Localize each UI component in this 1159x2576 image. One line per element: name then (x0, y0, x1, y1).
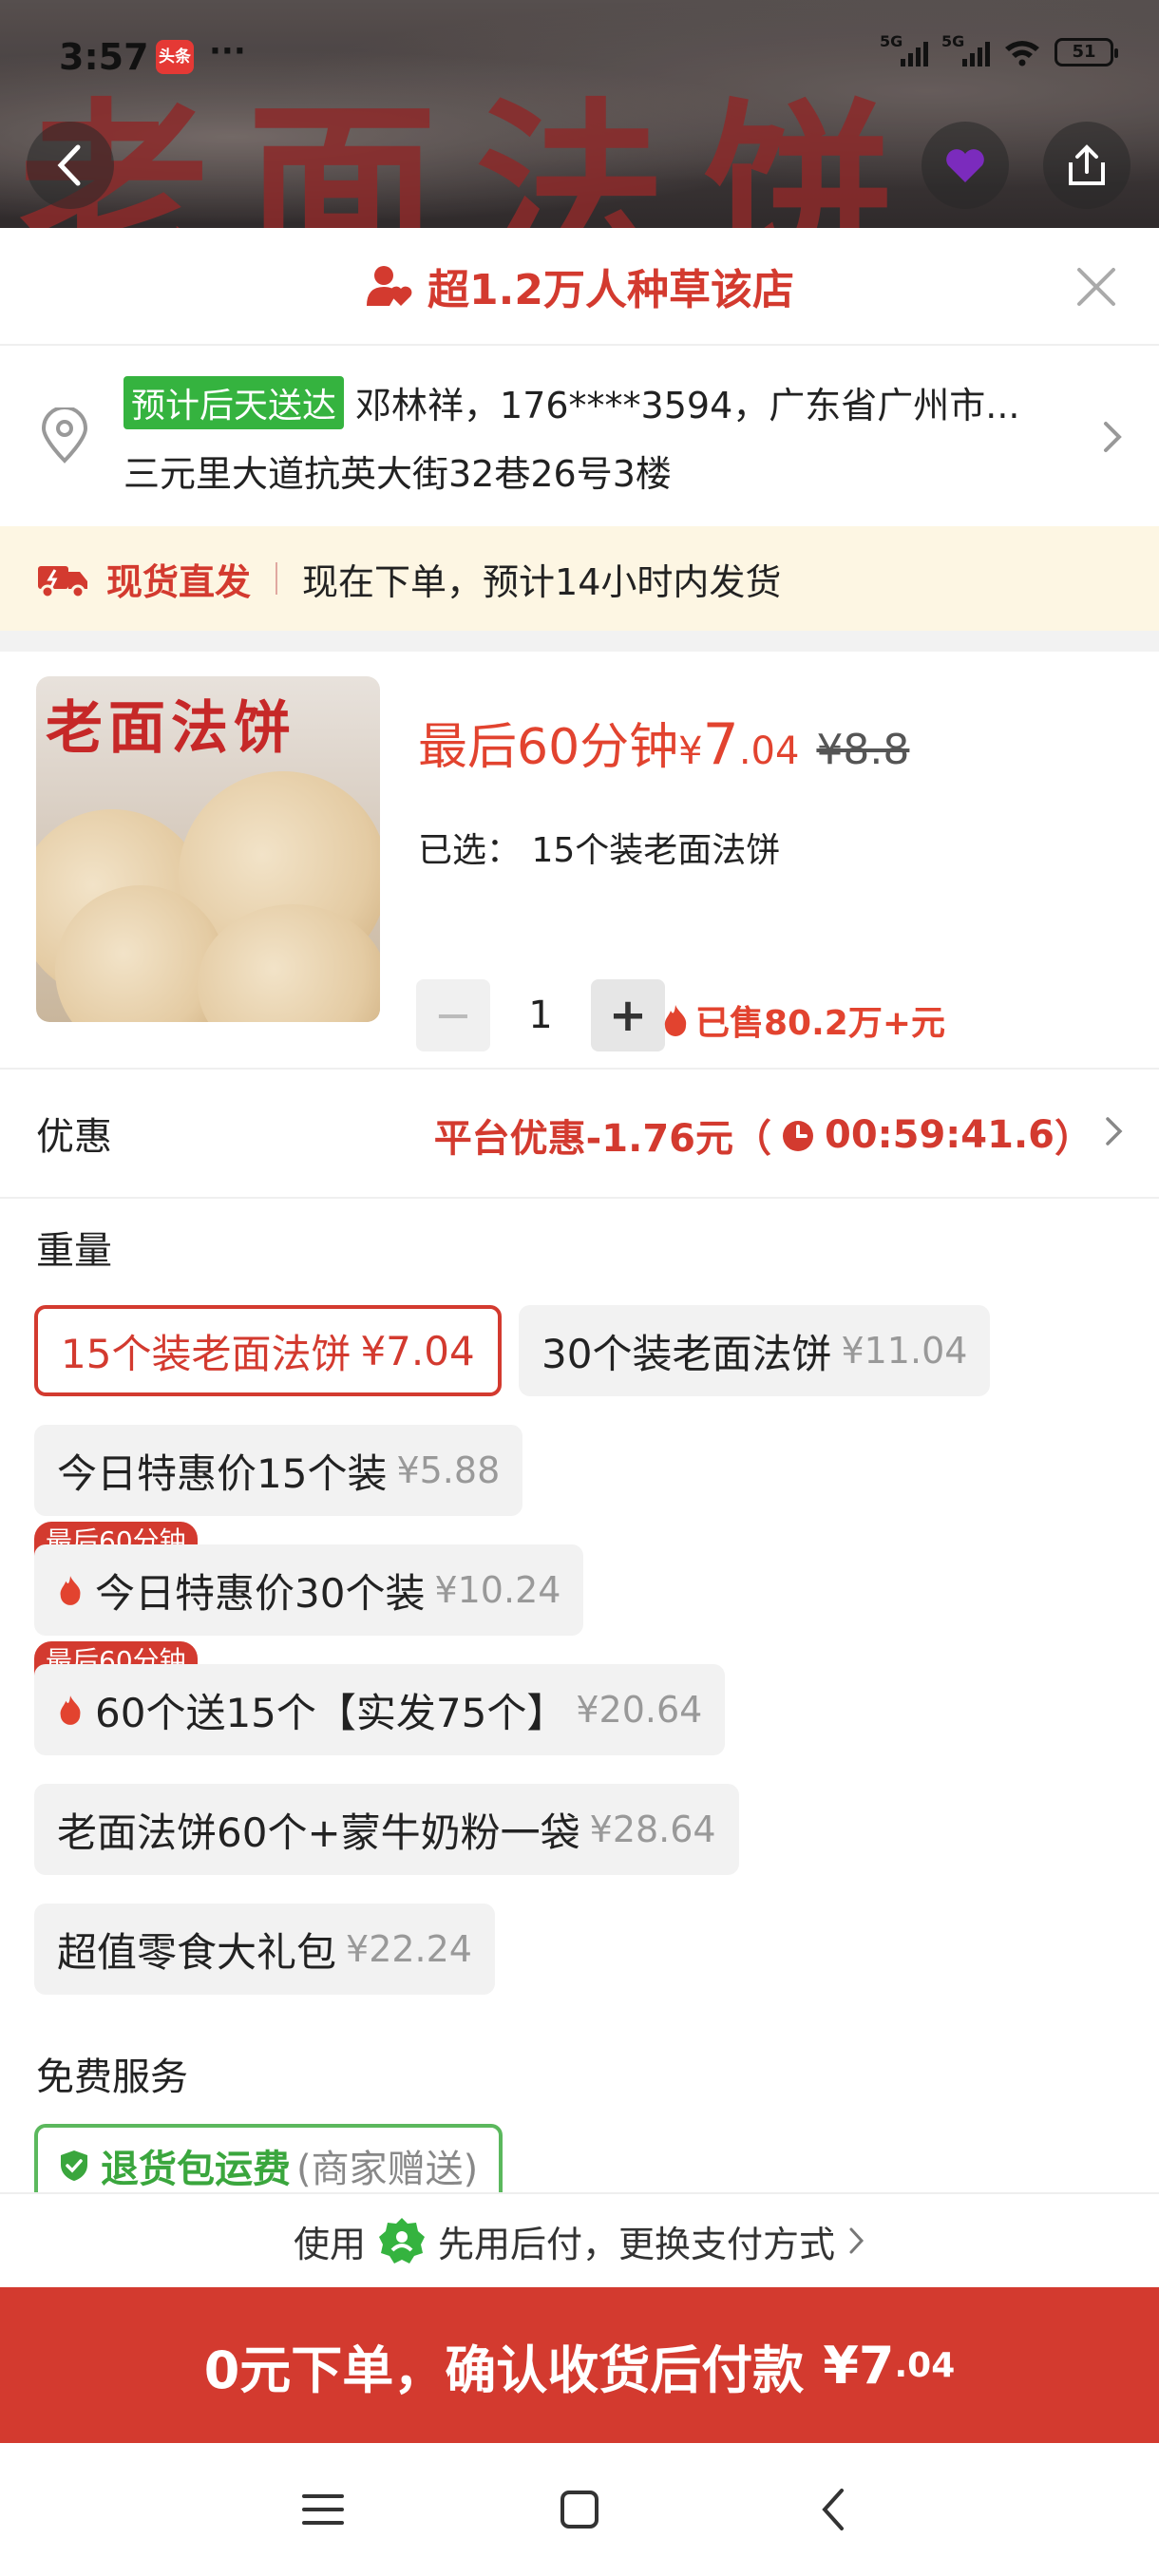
price-integer: 7 (702, 711, 739, 778)
location-pin-icon (41, 407, 88, 464)
recipient-info: 邓林祥，176****3594，广东省广州市... (355, 385, 1020, 426)
close-icon[interactable] (1074, 264, 1119, 310)
discount-value: 平台优惠-1.76元（ 00:59:41.6 ） (433, 1113, 1092, 1161)
weight-option[interactable]: 今日特惠价15个装 ¥5.88 (34, 1425, 523, 1516)
share-icon (1069, 144, 1105, 185)
back-button[interactable] (27, 122, 114, 209)
favorite-button[interactable] (922, 122, 1009, 209)
purchase-sheet: 超1.2万人种草该店 预计后天送达 邓林祥，176****3594，广东省广州市… (0, 228, 1159, 2576)
toutiao-app-icon: 头条 (156, 40, 194, 74)
chevron-left-icon (57, 144, 81, 186)
weight-section-title: 重量 (36, 1229, 112, 1273)
sold-count: 已售80.2万+元 (661, 995, 945, 1045)
shipping-desc: 现在下单，预计14小时内发货 (302, 560, 782, 603)
wifi-icon (1005, 41, 1039, 66)
original-price: ¥8.8 (816, 726, 910, 774)
delivery-truck-icon (38, 566, 87, 598)
quantity-stepper: − 1 + (416, 979, 665, 1051)
chevron-right-icon (1104, 422, 1122, 452)
back-nav-icon[interactable] (806, 2481, 863, 2538)
currency-symbol: ¥ (678, 729, 703, 773)
shipping-info-bar: 现货直发 现在下单，预计14小时内发货 (0, 526, 1159, 631)
status-time: 3:57 (59, 36, 149, 78)
chevron-right-icon (1106, 1117, 1123, 1146)
countdown-timer: 00:59:41.6 (824, 1113, 1054, 1157)
weight-option[interactable]: 15个装老面法饼 ¥7.04 (34, 1305, 502, 1396)
product-summary: 老面法饼 最后60分钟 ¥ 7 .04 ¥8.8 已选： 15个装老面法饼 − … (0, 652, 1159, 1070)
weight-option[interactable]: 老面法饼60个+蒙牛奶粉一袋 ¥28.64 (34, 1784, 739, 1875)
menu-icon[interactable] (294, 2481, 352, 2538)
weight-option[interactable]: 30个装老面法饼 ¥11.04 (519, 1305, 991, 1396)
free-service-title: 免费服务 (36, 2055, 188, 2099)
payment-method-bar[interactable]: 使用 先用后付，更换支付方式 (0, 2192, 1159, 2287)
system-nav-bar (0, 2443, 1159, 2576)
chevron-right-icon (849, 2227, 864, 2254)
shield-check-icon (61, 2150, 87, 2181)
signal-icon: 5G (880, 32, 928, 66)
status-more-dots: ··· (209, 32, 246, 70)
delivery-eta-tag: 预计后天送达 (124, 375, 345, 429)
price-decimal: .04 (738, 729, 800, 773)
home-icon[interactable] (551, 2481, 608, 2538)
weight-option[interactable]: 今日特惠价30个装 ¥10.24 (34, 1544, 584, 1636)
shipping-highlight: 现货直发 (106, 560, 252, 603)
place-order-button[interactable]: 0元下单，确认收货后付款 ¥7.04 (0, 2287, 1159, 2443)
delivery-address[interactable]: 预计后天送达 邓林祥，176****3594，广东省广州市... 三元里大道抗英… (0, 346, 1159, 526)
promo-label: 最后60分钟 (418, 719, 679, 776)
quantity-value[interactable]: 1 (490, 994, 591, 1037)
discount-label: 优惠 (36, 1115, 112, 1159)
decrease-quantity-button[interactable]: − (416, 979, 490, 1051)
store-popularity-text: 超1.2万人种草该店 (428, 266, 794, 314)
thumbnail-title: 老面法饼 (46, 695, 296, 762)
signal-icon: 5G (941, 32, 990, 66)
share-button[interactable] (1043, 122, 1130, 209)
divider (276, 562, 278, 595)
product-thumbnail: 老面法饼 (36, 676, 380, 1022)
store-popularity-bar: 超1.2万人种草该店 (0, 228, 1159, 346)
weight-option[interactable]: 60个送15个【实发75个】 ¥20.64 (34, 1664, 726, 1755)
price-line: 最后60分钟 ¥ 7 .04 ¥8.8 (418, 707, 909, 778)
discount-row[interactable]: 优惠 平台优惠-1.76元（ 00:59:41.6 ） (0, 1070, 1159, 1199)
user-heart-icon (367, 266, 412, 306)
flame-icon (664, 1005, 687, 1036)
alarm-clock-icon (782, 1121, 813, 1151)
section-gap (0, 631, 1159, 652)
status-bar: 3:57 头条 ··· 5G 5G 51 (0, 0, 1159, 114)
battery-icon: 51 (1054, 38, 1118, 66)
selected-variant: 已选： 15个装老面法饼 (418, 831, 781, 870)
weight-option[interactable]: 超值零食大礼包 ¥22.24 (34, 1904, 495, 1995)
flame-icon (60, 1695, 81, 1725)
pay-later-badge-icon (379, 2218, 425, 2263)
flame-icon (60, 1576, 81, 1605)
increase-quantity-button[interactable]: + (591, 979, 665, 1051)
heart-icon (946, 149, 984, 182)
address-detail: 三元里大道抗英大街32巷26号3楼 (124, 452, 672, 495)
